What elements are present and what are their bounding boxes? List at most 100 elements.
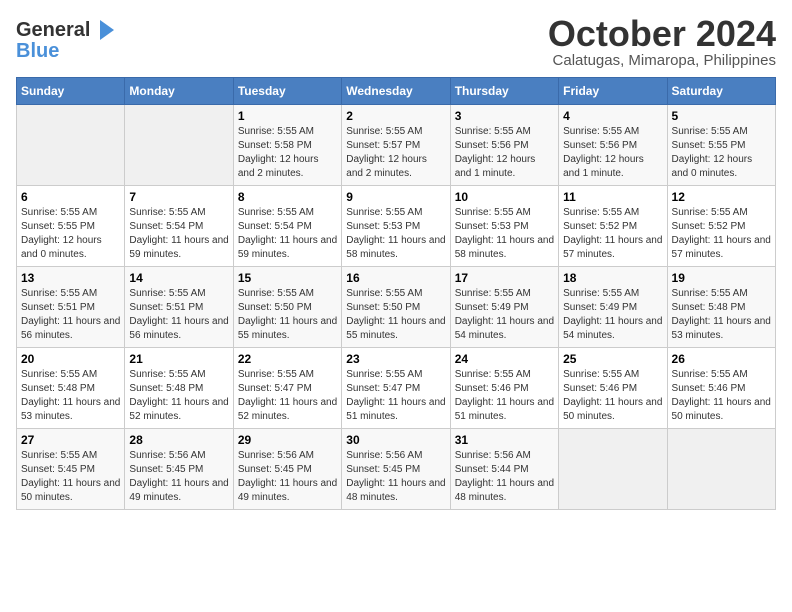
daylight-text: Daylight: 11 hours and 50 minutes. xyxy=(672,396,771,424)
sunset-text: Sunset: 5:57 PM xyxy=(346,139,445,153)
header: General Blue October 2024 Calatugas, Mim… xyxy=(16,16,776,69)
sunrise-text: Sunrise: 5:56 AM xyxy=(455,449,554,463)
sunset-text: Sunset: 5:49 PM xyxy=(455,301,554,315)
day-number: 5 xyxy=(672,109,771,123)
calendar-cell: 22 Sunrise: 5:55 AM Sunset: 5:47 PM Dayl… xyxy=(233,348,341,429)
sunrise-text: Sunrise: 5:55 AM xyxy=(455,287,554,301)
calendar-cell: 18 Sunrise: 5:55 AM Sunset: 5:49 PM Dayl… xyxy=(559,267,667,348)
day-number: 1 xyxy=(238,109,337,123)
day-number: 22 xyxy=(238,352,337,366)
daylight-text: Daylight: 12 hours and 1 minute. xyxy=(563,153,662,181)
daylight-text: Daylight: 11 hours and 58 minutes. xyxy=(346,234,445,262)
title-area: October 2024 Calatugas, Mimaropa, Philip… xyxy=(548,16,776,69)
calendar-cell: 30 Sunrise: 5:56 AM Sunset: 5:45 PM Dayl… xyxy=(342,429,450,510)
sunrise-text: Sunrise: 5:55 AM xyxy=(238,368,337,382)
sunrise-text: Sunrise: 5:56 AM xyxy=(238,449,337,463)
sunset-text: Sunset: 5:52 PM xyxy=(672,220,771,234)
daylight-text: Daylight: 12 hours and 2 minutes. xyxy=(346,153,445,181)
calendar-cell: 10 Sunrise: 5:55 AM Sunset: 5:53 PM Dayl… xyxy=(450,186,558,267)
day-info: Sunrise: 5:55 AM Sunset: 5:45 PM Dayligh… xyxy=(21,449,120,505)
day-info: Sunrise: 5:55 AM Sunset: 5:46 PM Dayligh… xyxy=(672,368,771,424)
day-info: Sunrise: 5:55 AM Sunset: 5:49 PM Dayligh… xyxy=(455,287,554,343)
day-number: 18 xyxy=(563,271,662,285)
sunset-text: Sunset: 5:55 PM xyxy=(672,139,771,153)
sunrise-text: Sunrise: 5:55 AM xyxy=(455,125,554,139)
calendar-cell: 25 Sunrise: 5:55 AM Sunset: 5:46 PM Dayl… xyxy=(559,348,667,429)
day-number: 9 xyxy=(346,190,445,204)
daylight-text: Daylight: 11 hours and 50 minutes. xyxy=(563,396,662,424)
day-info: Sunrise: 5:56 AM Sunset: 5:45 PM Dayligh… xyxy=(238,449,337,505)
sunrise-text: Sunrise: 5:55 AM xyxy=(21,449,120,463)
col-header-monday: Monday xyxy=(125,78,233,105)
sunset-text: Sunset: 5:56 PM xyxy=(563,139,662,153)
calendar-cell: 29 Sunrise: 5:56 AM Sunset: 5:45 PM Dayl… xyxy=(233,429,341,510)
daylight-text: Daylight: 11 hours and 51 minutes. xyxy=(346,396,445,424)
sunrise-text: Sunrise: 5:55 AM xyxy=(346,368,445,382)
day-number: 4 xyxy=(563,109,662,123)
col-header-tuesday: Tuesday xyxy=(233,78,341,105)
daylight-text: Daylight: 11 hours and 59 minutes. xyxy=(129,234,228,262)
calendar-cell: 9 Sunrise: 5:55 AM Sunset: 5:53 PM Dayli… xyxy=(342,186,450,267)
day-number: 10 xyxy=(455,190,554,204)
daylight-text: Daylight: 12 hours and 1 minute. xyxy=(455,153,554,181)
daylight-text: Daylight: 11 hours and 59 minutes. xyxy=(238,234,337,262)
logo: General Blue xyxy=(16,16,118,63)
calendar-cell: 7 Sunrise: 5:55 AM Sunset: 5:54 PM Dayli… xyxy=(125,186,233,267)
day-number: 13 xyxy=(21,271,120,285)
sunset-text: Sunset: 5:53 PM xyxy=(346,220,445,234)
sunset-text: Sunset: 5:45 PM xyxy=(21,463,120,477)
calendar-cell xyxy=(667,429,775,510)
day-number: 27 xyxy=(21,433,120,447)
calendar-cell: 26 Sunrise: 5:55 AM Sunset: 5:46 PM Dayl… xyxy=(667,348,775,429)
sunset-text: Sunset: 5:50 PM xyxy=(238,301,337,315)
sunset-text: Sunset: 5:49 PM xyxy=(563,301,662,315)
day-number: 15 xyxy=(238,271,337,285)
col-header-sunday: Sunday xyxy=(17,78,125,105)
daylight-text: Daylight: 12 hours and 0 minutes. xyxy=(672,153,771,181)
day-info: Sunrise: 5:55 AM Sunset: 5:54 PM Dayligh… xyxy=(129,206,228,262)
sunrise-text: Sunrise: 5:55 AM xyxy=(672,125,771,139)
day-number: 11 xyxy=(563,190,662,204)
sunrise-text: Sunrise: 5:55 AM xyxy=(21,206,120,220)
sunset-text: Sunset: 5:54 PM xyxy=(238,220,337,234)
day-info: Sunrise: 5:55 AM Sunset: 5:57 PM Dayligh… xyxy=(346,125,445,181)
calendar-cell: 27 Sunrise: 5:55 AM Sunset: 5:45 PM Dayl… xyxy=(17,429,125,510)
day-info: Sunrise: 5:56 AM Sunset: 5:45 PM Dayligh… xyxy=(346,449,445,505)
daylight-text: Daylight: 11 hours and 56 minutes. xyxy=(129,315,228,343)
calendar-cell: 15 Sunrise: 5:55 AM Sunset: 5:50 PM Dayl… xyxy=(233,267,341,348)
calendar-cell: 2 Sunrise: 5:55 AM Sunset: 5:57 PM Dayli… xyxy=(342,105,450,186)
day-info: Sunrise: 5:55 AM Sunset: 5:51 PM Dayligh… xyxy=(129,287,228,343)
day-info: Sunrise: 5:55 AM Sunset: 5:48 PM Dayligh… xyxy=(129,368,228,424)
sunrise-text: Sunrise: 5:56 AM xyxy=(346,449,445,463)
day-info: Sunrise: 5:55 AM Sunset: 5:51 PM Dayligh… xyxy=(21,287,120,343)
calendar-cell: 3 Sunrise: 5:55 AM Sunset: 5:56 PM Dayli… xyxy=(450,105,558,186)
col-header-wednesday: Wednesday xyxy=(342,78,450,105)
daylight-text: Daylight: 11 hours and 57 minutes. xyxy=(672,234,771,262)
day-number: 30 xyxy=(346,433,445,447)
sunrise-text: Sunrise: 5:55 AM xyxy=(563,368,662,382)
col-header-thursday: Thursday xyxy=(450,78,558,105)
day-info: Sunrise: 5:55 AM Sunset: 5:50 PM Dayligh… xyxy=(346,287,445,343)
calendar-cell: 19 Sunrise: 5:55 AM Sunset: 5:48 PM Dayl… xyxy=(667,267,775,348)
day-number: 8 xyxy=(238,190,337,204)
subtitle: Calatugas, Mimaropa, Philippines xyxy=(548,52,776,69)
day-info: Sunrise: 5:55 AM Sunset: 5:53 PM Dayligh… xyxy=(346,206,445,262)
daylight-text: Daylight: 11 hours and 56 minutes. xyxy=(21,315,120,343)
sunset-text: Sunset: 5:45 PM xyxy=(129,463,228,477)
day-number: 12 xyxy=(672,190,771,204)
sunset-text: Sunset: 5:51 PM xyxy=(129,301,228,315)
calendar-cell xyxy=(125,105,233,186)
day-number: 25 xyxy=(563,352,662,366)
day-info: Sunrise: 5:56 AM Sunset: 5:45 PM Dayligh… xyxy=(129,449,228,505)
calendar-cell: 1 Sunrise: 5:55 AM Sunset: 5:58 PM Dayli… xyxy=(233,105,341,186)
daylight-text: Daylight: 11 hours and 53 minutes. xyxy=(21,396,120,424)
calendar-cell: 11 Sunrise: 5:55 AM Sunset: 5:52 PM Dayl… xyxy=(559,186,667,267)
day-info: Sunrise: 5:55 AM Sunset: 5:52 PM Dayligh… xyxy=(672,206,771,262)
day-info: Sunrise: 5:55 AM Sunset: 5:47 PM Dayligh… xyxy=(346,368,445,424)
sunrise-text: Sunrise: 5:55 AM xyxy=(129,287,228,301)
day-number: 14 xyxy=(129,271,228,285)
sunset-text: Sunset: 5:56 PM xyxy=(455,139,554,153)
sunrise-text: Sunrise: 5:55 AM xyxy=(21,287,120,301)
day-info: Sunrise: 5:55 AM Sunset: 5:49 PM Dayligh… xyxy=(563,287,662,343)
day-info: Sunrise: 5:55 AM Sunset: 5:48 PM Dayligh… xyxy=(21,368,120,424)
